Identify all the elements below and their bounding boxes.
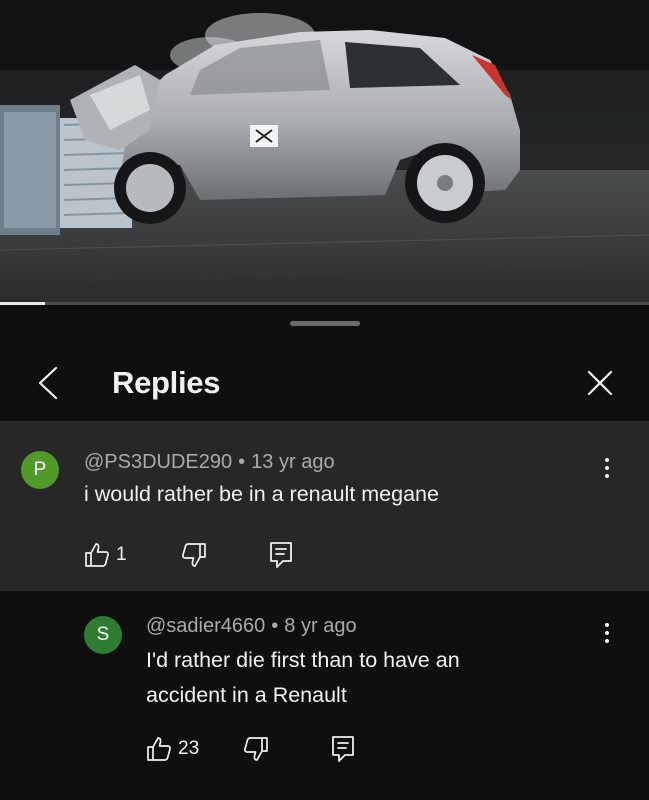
comment-actions: 1	[84, 540, 314, 570]
comment-meta: @sadier4660 • 8 yr ago	[146, 615, 357, 638]
comment-text: i would rather be in a renault megane	[84, 482, 439, 506]
video-player[interactable]	[0, 0, 649, 305]
close-icon	[587, 370, 613, 396]
video-frame-crash-test	[0, 0, 649, 305]
page-title: Replies	[112, 365, 221, 400]
comment-text: I'd rather die first than to have an acc…	[146, 643, 460, 713]
more-dot	[605, 474, 609, 478]
comment-text-line: accident in a Renault	[146, 683, 347, 707]
like-count: 1	[116, 544, 127, 565]
more-dot	[605, 466, 609, 470]
more-dot	[605, 631, 609, 635]
replies-header: Replies	[0, 345, 649, 421]
thumbs-down-icon	[244, 737, 268, 761]
dislike-button[interactable]	[181, 540, 207, 570]
meta-separator: •	[271, 615, 279, 637]
comment-age: 13 yr ago	[251, 451, 335, 473]
like-button[interactable]: 1	[84, 540, 127, 570]
reply-button[interactable]	[331, 734, 355, 764]
replies-sheet: Replies P @PS3DUDE290 • 13 yr ago i would …	[0, 305, 649, 800]
like-button[interactable]: 23	[146, 734, 199, 764]
avatar[interactable]: P	[21, 451, 59, 489]
reply-comment: S @sadier4660 • 8 yr ago I'd rather die fi…	[0, 591, 649, 800]
comment-actions: 23	[146, 734, 376, 764]
comment-author[interactable]: @sadier4660	[146, 615, 265, 637]
comment-more-button[interactable]	[592, 613, 622, 653]
reply-button[interactable]	[269, 540, 293, 570]
comment-age: 8 yr ago	[284, 615, 357, 637]
chevron-left-icon	[38, 366, 58, 400]
like-count: 23	[178, 738, 200, 759]
comment-more-button[interactable]	[592, 448, 622, 488]
more-dot	[605, 458, 609, 462]
thumbs-up-icon	[85, 543, 109, 567]
thumbs-down-icon	[182, 543, 206, 567]
reply-comment-icon	[270, 542, 292, 568]
parent-comment: P @PS3DUDE290 • 13 yr ago i would rather b…	[0, 422, 649, 591]
thumbs-up-icon	[147, 737, 171, 761]
dislike-button[interactable]	[243, 734, 269, 764]
avatar[interactable]: S	[84, 616, 122, 654]
close-button[interactable]	[578, 361, 622, 405]
sheet-drag-handle[interactable]	[290, 321, 360, 326]
comment-author[interactable]: @PS3DUDE290	[84, 451, 232, 473]
comment-meta: @PS3DUDE290 • 13 yr ago	[84, 451, 335, 474]
back-button[interactable]	[26, 361, 70, 405]
comment-text-line: I'd rather die first than to have an	[146, 648, 460, 672]
more-dot	[605, 623, 609, 627]
reply-comment-icon	[332, 736, 354, 762]
meta-separator: •	[238, 451, 246, 473]
more-dot	[605, 639, 609, 643]
